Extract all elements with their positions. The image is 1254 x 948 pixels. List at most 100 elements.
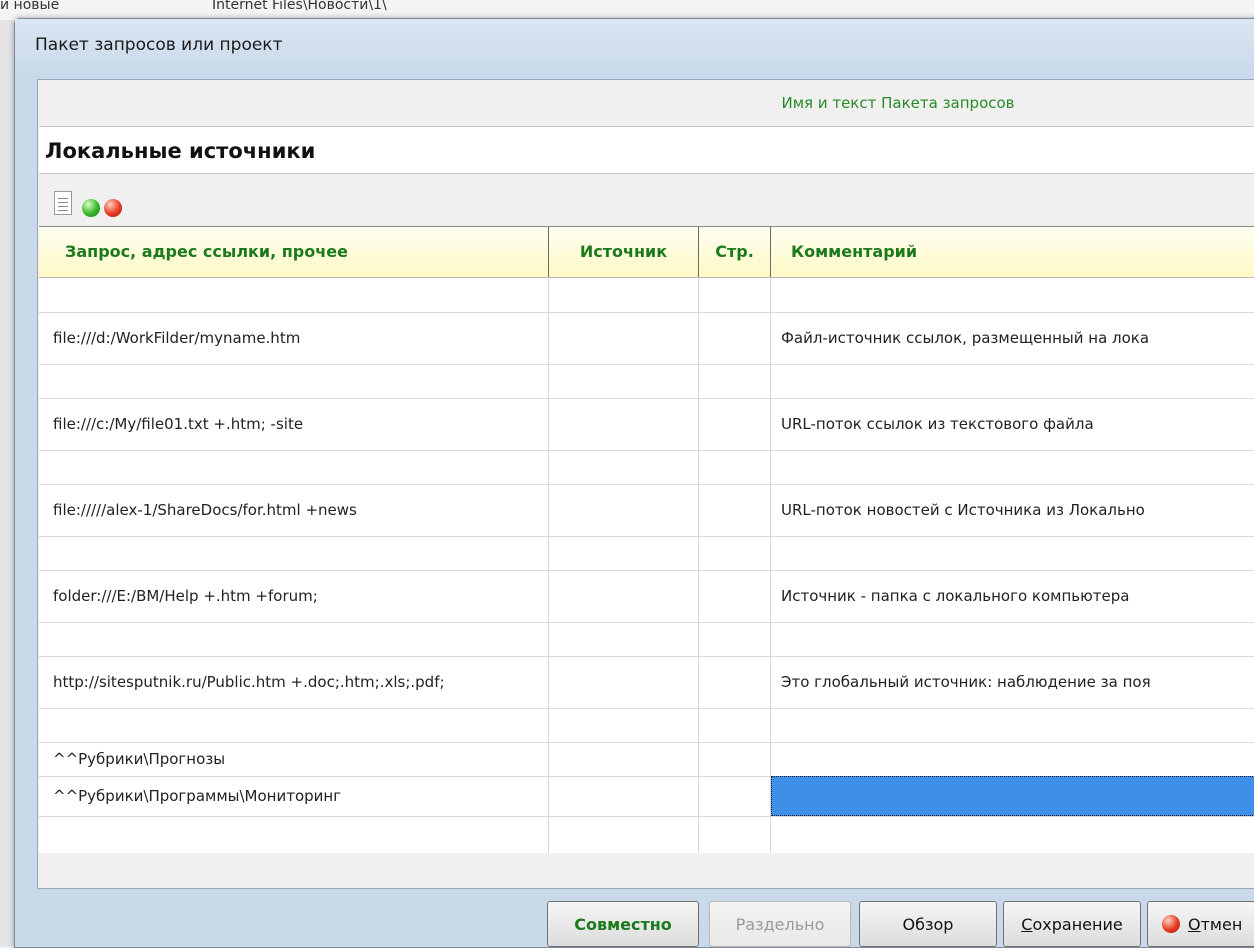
dialog-client-area: Имя и текст Пакета запросов Локальные ис… — [37, 79, 1254, 889]
button-bar: Совместно Раздельно Обзор Сохранение Отм… — [15, 889, 1254, 947]
green-ball-icon[interactable] — [82, 199, 100, 217]
table-row[interactable]: ^^Рубрики\Прогнозы — [39, 742, 1254, 777]
table-cell-comment[interactable]: Источник - папка с локального компьютера — [771, 570, 1254, 622]
table-cell-query[interactable] — [39, 708, 549, 742]
cancel-button[interactable]: Отмен — [1147, 901, 1254, 947]
cancel-button-accesskey: О — [1188, 914, 1201, 934]
browse-button[interactable]: Обзор — [859, 901, 997, 947]
table-cell-comment[interactable]: Это глобальный источник: наблюдение за п… — [771, 656, 1254, 708]
table-cell-source[interactable] — [549, 776, 699, 816]
table-cell-page[interactable] — [699, 484, 771, 536]
table-cell-comment[interactable] — [771, 708, 1254, 742]
table-cell-comment[interactable] — [771, 278, 1254, 312]
save-button[interactable]: Сохранение — [1003, 901, 1141, 947]
table-row[interactable] — [39, 278, 1254, 313]
table-cell-source[interactable] — [549, 398, 699, 450]
table-row[interactable]: folder:///E:/BM/Help +.htm +forum; Источн… — [39, 570, 1254, 623]
table-cell-comment[interactable] — [771, 536, 1254, 570]
table-cell-comment[interactable] — [771, 622, 1254, 656]
table-cell-page[interactable] — [699, 656, 771, 708]
table-cell-query[interactable] — [39, 450, 549, 484]
column-header-query[interactable]: Запрос, адрес ссылки, прочее — [39, 227, 549, 277]
table-cell-page[interactable] — [699, 622, 771, 656]
table-cell-query[interactable]: file://///alex-1/ShareDocs/for.html +new… — [39, 484, 549, 536]
together-button[interactable]: Совместно — [547, 901, 699, 947]
table-cell-source[interactable] — [549, 656, 699, 708]
table-cell-query[interactable] — [39, 364, 549, 398]
table-row[interactable]: ^^Рубрики\Программы\Мониторинг — [39, 776, 1254, 817]
table-cell-page[interactable] — [699, 364, 771, 398]
group-caption: Имя и текст Пакета запросов — [38, 94, 1254, 112]
table-cell-source[interactable] — [549, 536, 699, 570]
background-text-left: и новые — [0, 0, 60, 13]
table-cell-query[interactable] — [39, 536, 549, 570]
table-cell-page[interactable] — [699, 742, 771, 776]
table-cell-source[interactable] — [549, 708, 699, 742]
title-bar[interactable]: Пакет запросов или проект — [15, 19, 1254, 77]
column-header-source[interactable]: Источник — [549, 227, 699, 277]
table-cell-query[interactable]: file:///c:/My/file01.txt +.htm; -site — [39, 398, 549, 450]
table-row[interactable] — [39, 708, 1254, 743]
window-title: Пакет запросов или проект — [35, 35, 283, 55]
table-cell-comment[interactable] — [771, 742, 1254, 776]
table-cell-page[interactable] — [699, 312, 771, 364]
table-cell-comment[interactable]: URL-поток ссылок из текстового файла — [771, 398, 1254, 450]
table-cell-page[interactable] — [699, 816, 771, 853]
table-cell-page[interactable] — [699, 570, 771, 622]
save-button-label: охранение — [1032, 914, 1123, 934]
table-row[interactable] — [39, 536, 1254, 571]
table-cell-comment[interactable] — [771, 364, 1254, 398]
table-cell-page[interactable] — [699, 278, 771, 312]
table-cell-page[interactable] — [699, 536, 771, 570]
table-cell-query[interactable] — [39, 278, 549, 312]
background-window-strip: и новые Internet Files\Новости\1\ — [0, 0, 1254, 20]
table-row[interactable]: file://///alex-1/ShareDocs/for.html +new… — [39, 484, 1254, 537]
table-cell-comment[interactable] — [771, 776, 1254, 816]
table-row[interactable]: file:///c:/My/file01.txt +.htm; -site URL… — [39, 398, 1254, 451]
table-cell-source[interactable] — [549, 622, 699, 656]
table-cell-comment[interactable] — [771, 450, 1254, 484]
table-row[interactable] — [39, 450, 1254, 485]
table-cell-page[interactable] — [699, 450, 771, 484]
stop-icon — [1162, 915, 1180, 933]
table-cell-query[interactable] — [39, 622, 549, 656]
separate-button[interactable]: Раздельно — [709, 901, 851, 947]
document-icon[interactable] — [54, 191, 72, 215]
table-cell-page[interactable] — [699, 776, 771, 816]
table-cell-source[interactable] — [549, 364, 699, 398]
table-cell-query[interactable]: ^^Рубрики\Прогнозы — [39, 742, 549, 776]
background-text-right: Internet Files\Новости\1\ — [212, 0, 387, 13]
table-row[interactable] — [39, 816, 1254, 853]
table-cell-query[interactable]: file:///d:/WorkFilder/myname.htm — [39, 312, 549, 364]
column-header-comment[interactable]: Комментарий — [771, 227, 1254, 277]
package-name-input[interactable]: Локальные источники — [39, 126, 1254, 174]
table-row[interactable]: file:///d:/WorkFilder/myname.htm Файл-ист… — [39, 312, 1254, 365]
table-cell-source[interactable] — [549, 816, 699, 853]
table-cell-page[interactable] — [699, 398, 771, 450]
table-cell-query[interactable]: ^^Рубрики\Программы\Мониторинг — [39, 776, 549, 816]
group-caption-text: Имя и текст Пакета запросов — [781, 94, 1015, 112]
table-cell-source[interactable] — [549, 450, 699, 484]
save-button-accesskey: С — [1021, 914, 1033, 934]
table-cell-source[interactable] — [549, 742, 699, 776]
table-cell-comment[interactable]: Файл-источник ссылок, размещенный на лок… — [771, 312, 1254, 364]
table-cell-comment[interactable]: URL-поток новостей с Источника из Локаль… — [771, 484, 1254, 536]
package-dialog: Пакет запросов или проект Имя и текст Па… — [14, 18, 1254, 948]
table-cell-source[interactable] — [549, 312, 699, 364]
table-row[interactable] — [39, 622, 1254, 657]
table-row[interactable]: http://sitesputnik.ru/Public.htm +.doc;.… — [39, 656, 1254, 709]
red-ball-icon[interactable] — [104, 199, 122, 217]
table-cell-query[interactable]: http://sitesputnik.ru/Public.htm +.doc;.… — [39, 656, 549, 708]
table-cell-query[interactable] — [39, 816, 549, 853]
table-cell-source[interactable] — [549, 484, 699, 536]
request-table: Запрос, адрес ссылки, прочее Источник Ст… — [39, 226, 1254, 853]
column-header-page[interactable]: Стр. — [699, 227, 771, 277]
table-cell-source[interactable] — [549, 278, 699, 312]
table-row[interactable] — [39, 364, 1254, 399]
table-cell-page[interactable] — [699, 708, 771, 742]
table-header: Запрос, адрес ссылки, прочее Источник Ст… — [39, 227, 1254, 278]
cancel-button-label: тмен — [1200, 914, 1243, 934]
table-cell-source[interactable] — [549, 570, 699, 622]
table-cell-query[interactable]: folder:///E:/BM/Help +.htm +forum; — [39, 570, 549, 622]
table-cell-comment[interactable] — [771, 816, 1254, 853]
